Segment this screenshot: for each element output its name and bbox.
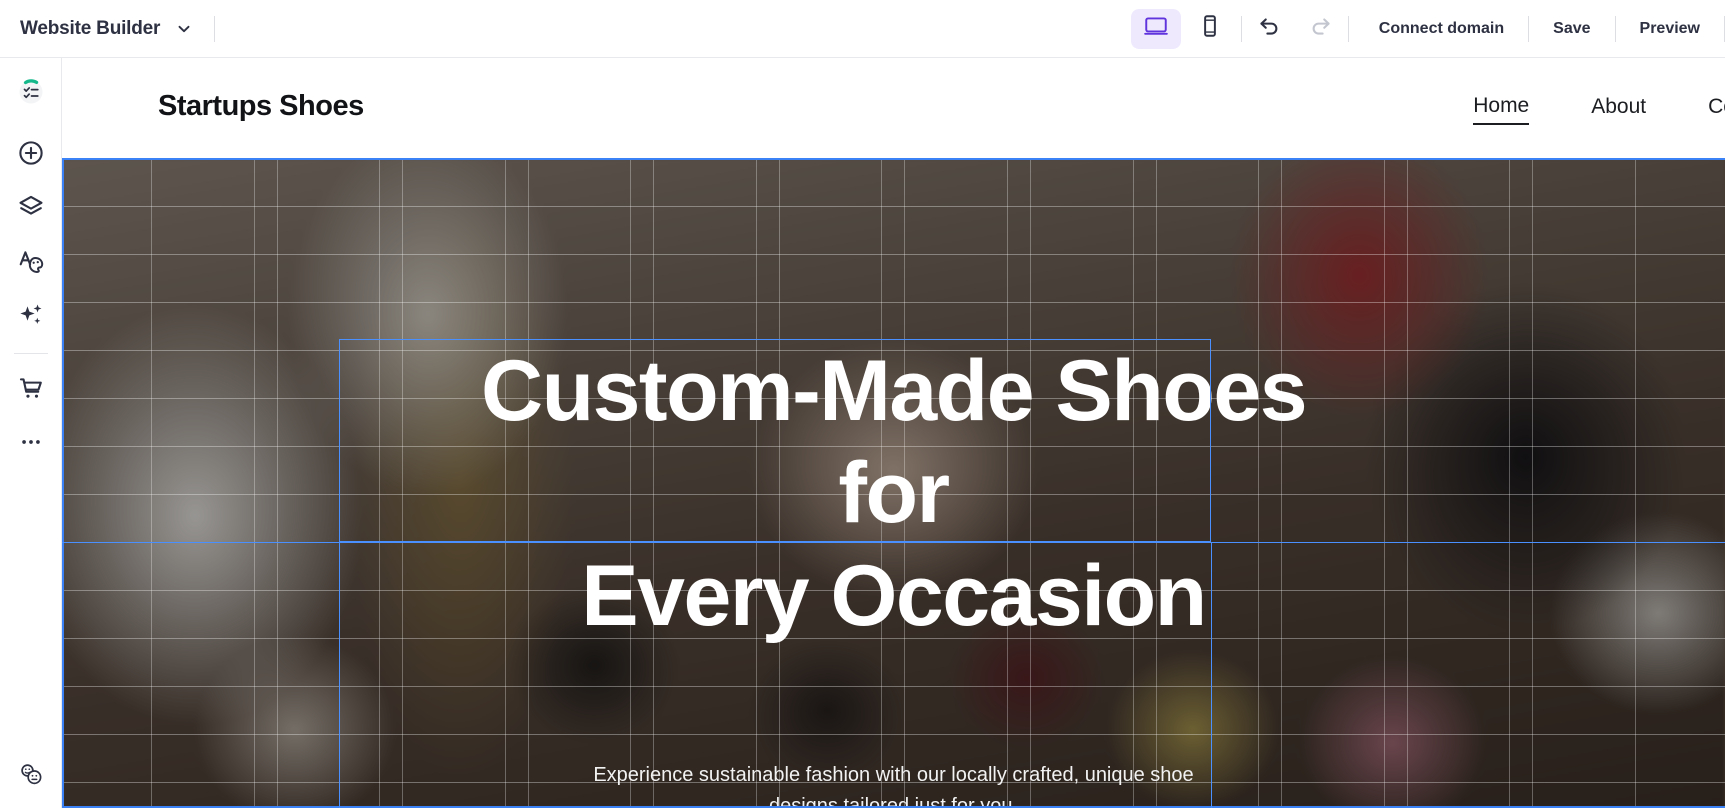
sidebar-divider	[14, 353, 48, 354]
site-header[interactable]: Startups Shoes Home About Co	[62, 58, 1725, 158]
hero-heading-line-2: Every Occasion	[454, 545, 1334, 647]
sidebar-item-ai-tools[interactable]	[0, 290, 62, 344]
save-button[interactable]: Save	[1529, 0, 1614, 58]
left-sidebar	[0, 58, 62, 808]
sidebar-item-add-element[interactable]	[0, 128, 62, 182]
undo-button[interactable]	[1248, 9, 1290, 49]
hero-heading-line-1: Custom-Made Shoes for	[454, 340, 1334, 545]
faces-feedback-icon	[16, 759, 46, 794]
toolbar-divider-2	[1241, 16, 1242, 42]
device-toggle-group	[1131, 9, 1235, 49]
sidebar-item-design-theme[interactable]	[0, 236, 62, 290]
undo-icon	[1256, 13, 1282, 44]
nav-link-contact[interactable]: Co	[1708, 95, 1725, 124]
sparkles-icon	[17, 301, 45, 334]
mobile-view-button[interactable]	[1185, 9, 1235, 49]
mobile-icon	[1197, 13, 1223, 44]
desktop-view-button[interactable]	[1131, 9, 1181, 49]
sidebar-item-feedback[interactable]	[0, 759, 62, 794]
toolbar-divider-1	[214, 16, 215, 42]
plus-circle-icon	[17, 139, 45, 172]
layers-icon	[17, 193, 45, 226]
site-nav: Home About Co	[1473, 94, 1725, 125]
app-title: Website Builder	[20, 18, 160, 40]
preview-button[interactable]: Preview	[1616, 0, 1724, 58]
sidebar-item-setup-checklist[interactable]	[0, 66, 62, 120]
nav-link-home[interactable]: Home	[1473, 94, 1529, 125]
sidebar-item-more-options[interactable]	[0, 417, 62, 471]
toolbar-divider-3	[1348, 16, 1349, 42]
nav-link-about[interactable]: About	[1591, 95, 1646, 124]
website-canvas[interactable]: Startups Shoes Home About Co	[62, 58, 1725, 808]
redo-button[interactable]	[1300, 9, 1342, 49]
sidebar-item-store[interactable]	[0, 363, 62, 417]
site-logo[interactable]: Startups Shoes	[158, 90, 364, 123]
hero-content: Custom-Made Shoes for Every Occasion Exp…	[62, 158, 1725, 808]
chevron-down-icon[interactable]	[174, 19, 194, 39]
app-toolbar: Website Builder	[0, 0, 1725, 58]
app-brand[interactable]: Website Builder	[0, 0, 194, 57]
checklist-icon	[16, 76, 46, 111]
connect-domain-button[interactable]: Connect domain	[1355, 0, 1528, 58]
text-palette-icon	[17, 247, 45, 280]
hero-subtitle[interactable]: Experience sustainable fashion with our …	[584, 760, 1204, 808]
redo-icon	[1308, 13, 1334, 44]
desktop-icon	[1143, 13, 1169, 44]
toolbar-right-group: Connect domain Save Preview	[1131, 0, 1725, 57]
shopping-cart-icon	[17, 374, 45, 407]
hero-section[interactable]: Custom-Made Shoes for Every Occasion Exp…	[62, 158, 1725, 808]
hero-heading[interactable]: Custom-Made Shoes for Every Occasion	[454, 340, 1334, 647]
ellipsis-icon	[18, 429, 44, 460]
history-group	[1248, 9, 1342, 49]
sidebar-item-pages-layers[interactable]	[0, 182, 62, 236]
